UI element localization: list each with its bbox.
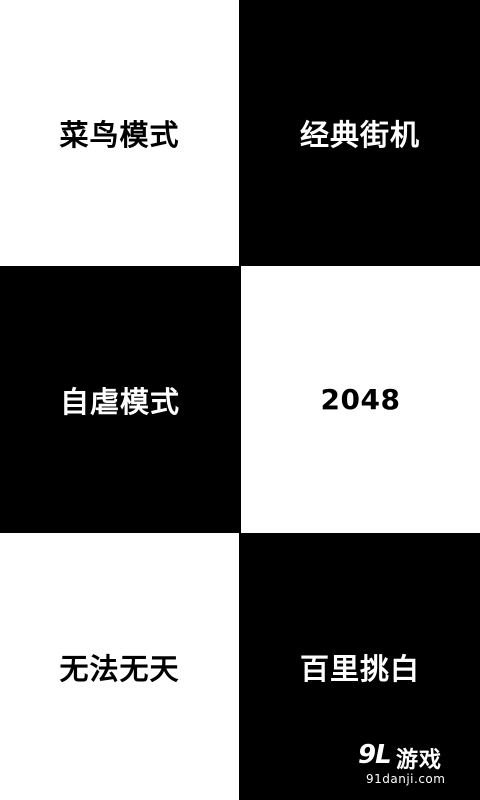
- mode-tile-lawless[interactable]: 无法无天: [0, 533, 240, 800]
- mode-tile-masochist[interactable]: 自虐模式: [0, 266, 240, 533]
- mode-tile-beginner[interactable]: 菜鸟模式: [0, 0, 240, 266]
- mode-label: 自虐模式: [59, 384, 180, 419]
- mode-grid: 菜鸟模式 经典街机 自虐模式 2048 无法无天 百里挑白: [0, 0, 480, 800]
- mode-tile-one-in-a-hundred[interactable]: 百里挑白: [240, 533, 480, 800]
- mode-label: 菜鸟模式: [59, 118, 180, 152]
- mode-label: 百里挑白: [299, 651, 420, 686]
- mode-label: 无法无天: [59, 651, 180, 686]
- mode-tile-2048[interactable]: 2048: [240, 266, 480, 533]
- mode-tile-classic-arcade[interactable]: 经典街机: [240, 0, 480, 266]
- mode-label: 2048: [320, 383, 401, 416]
- mode-label: 经典街机: [299, 118, 420, 152]
- game-mode-menu: 菜鸟模式 经典街机 自虐模式 2048 无法无天 百里挑白 9L 游戏 91da…: [0, 0, 480, 800]
